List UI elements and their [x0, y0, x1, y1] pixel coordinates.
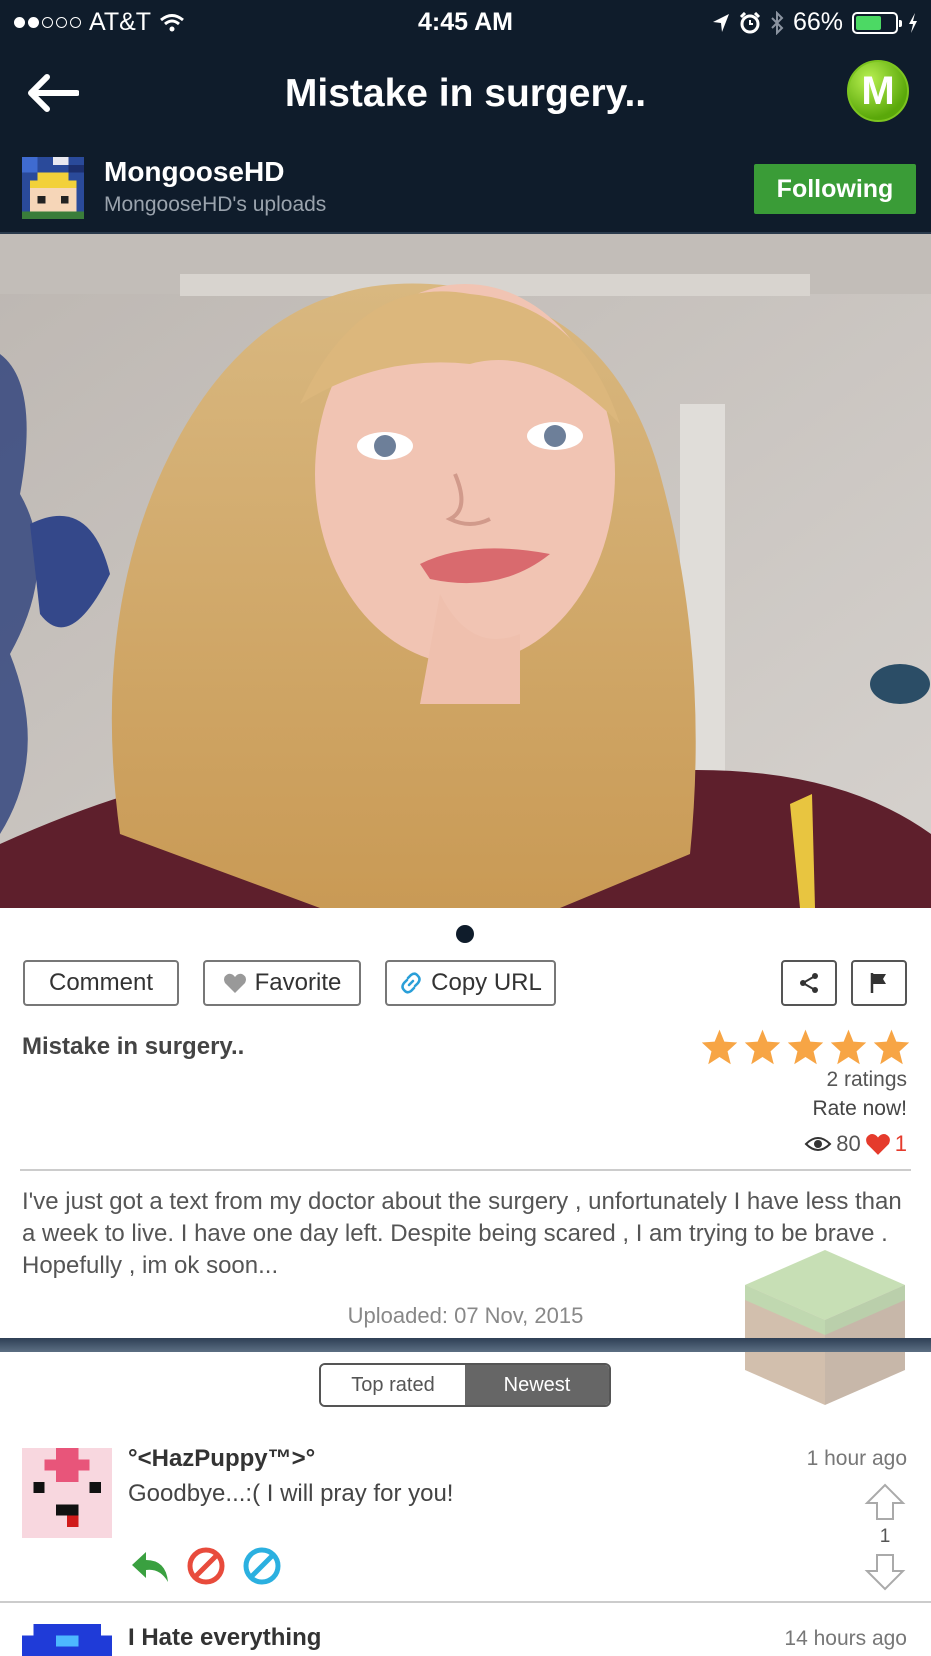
- location-arrow-icon: [712, 13, 729, 32]
- video-stats: 80 1: [804, 1131, 907, 1157]
- heart-icon: [223, 973, 246, 993]
- commenter-avatar[interactable]: [22, 1448, 112, 1538]
- upload-date: Uploaded: 07 Nov, 2015: [347, 1303, 584, 1328]
- comment-sort-toggle: Top rated Newest: [319, 1363, 611, 1407]
- bluetooth-icon: [771, 10, 784, 35]
- star-rating[interactable]: [700, 1028, 911, 1065]
- video-title: Mistake in surgery..: [22, 1033, 245, 1060]
- video-thumbnail[interactable]: [0, 234, 931, 908]
- divider: [0, 1601, 931, 1603]
- likes-count: 1: [894, 1131, 907, 1156]
- alarm-icon: [739, 11, 761, 33]
- comment-time: 14 hours ago: [784, 1627, 907, 1650]
- uploader-bar: MongooseHD MongooseHD's uploads Followin…: [0, 142, 931, 234]
- back-arrow-icon: [28, 74, 79, 112]
- comment-vote-count: 1: [879, 1526, 891, 1547]
- comment-text: Goodbye...:( I will pray for you!: [128, 1480, 454, 1507]
- commenter-name[interactable]: °<HazPuppy™>°: [128, 1445, 315, 1473]
- section-separator: [0, 1338, 931, 1352]
- commenter-avatar[interactable]: [22, 1624, 112, 1656]
- following-button[interactable]: Following: [754, 164, 916, 214]
- favorite-button[interactable]: Favorite: [203, 960, 361, 1006]
- page-indicator: [456, 925, 474, 943]
- copy-url-button[interactable]: Copy URL: [385, 960, 556, 1006]
- comment-button[interactable]: Comment: [23, 960, 179, 1006]
- link-icon: [401, 972, 421, 994]
- app-logo[interactable]: M: [847, 60, 909, 122]
- nav-bar: Mistake in surgery.. M: [0, 46, 931, 142]
- ratings-count: 2 ratings: [826, 1068, 907, 1091]
- share-button[interactable]: [781, 960, 837, 1006]
- rate-now-link[interactable]: Rate now!: [812, 1097, 907, 1121]
- views-count: 80: [836, 1131, 861, 1156]
- eye-icon: [804, 1137, 832, 1151]
- ignore-icon[interactable]: [242, 1546, 282, 1586]
- uploader-avatar[interactable]: [22, 156, 84, 220]
- divider: [20, 1169, 911, 1171]
- comment-button-label: Comment: [48, 969, 154, 996]
- star-icon[interactable]: [872, 1028, 911, 1065]
- status-bar: AT&T 4:45 AM 66%: [0, 0, 931, 46]
- report-button[interactable]: [851, 960, 907, 1006]
- charging-bolt-icon: [909, 12, 917, 33]
- block-icon[interactable]: [186, 1546, 226, 1586]
- comment-time: 1 hour ago: [806, 1447, 907, 1470]
- heart-icon: [865, 1134, 890, 1155]
- star-icon[interactable]: [786, 1028, 825, 1065]
- battery-percent: 66%: [792, 8, 843, 36]
- sort-newest-tab[interactable]: Newest: [465, 1365, 609, 1405]
- uploader-uploads-link[interactable]: MongooseHD's uploads: [104, 193, 326, 217]
- star-icon[interactable]: [700, 1028, 739, 1065]
- commenter-name[interactable]: I Hate everything: [128, 1624, 321, 1652]
- reply-icon[interactable]: [128, 1546, 170, 1586]
- uploader-name[interactable]: MongooseHD: [104, 156, 284, 188]
- star-icon[interactable]: [829, 1028, 868, 1065]
- star-icon[interactable]: [743, 1028, 782, 1065]
- copy-url-button-label: Copy URL: [431, 969, 542, 996]
- upvote-arrow-icon[interactable]: [863, 1482, 907, 1522]
- share-icon: [800, 973, 818, 993]
- sort-top-rated-tab[interactable]: Top rated: [321, 1365, 465, 1405]
- comment-actions: [128, 1546, 282, 1586]
- flag-icon: [870, 973, 886, 993]
- page-title: Mistake in surgery..: [284, 72, 647, 115]
- downvote-arrow-icon[interactable]: [863, 1552, 907, 1592]
- battery-icon: [852, 11, 902, 34]
- favorite-button-label: Favorite: [254, 969, 342, 996]
- back-button[interactable]: [22, 68, 82, 118]
